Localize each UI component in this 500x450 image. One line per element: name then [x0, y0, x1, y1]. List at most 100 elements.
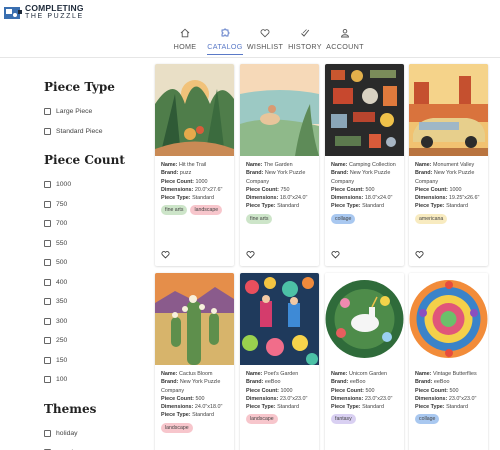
theme-tag[interactable]: fine arts: [246, 213, 273, 224]
theme-tag[interactable]: fantasy: [331, 414, 356, 425]
product-brand: eeBoo: [433, 379, 450, 386]
product-card[interactable]: Name: Poet's Garden Brand: eeBoo Piece C…: [240, 273, 319, 450]
brand-label: Brand:: [161, 170, 179, 177]
count-label: Piece Count:: [161, 178, 194, 185]
theme-tag[interactable]: collage: [331, 213, 356, 224]
filter-option-label: Standard Piece: [56, 127, 103, 135]
product-dimensions: 18.0"x24.0": [364, 195, 393, 202]
checkbox[interactable]: [44, 200, 51, 208]
name-label: Name:: [161, 162, 178, 168]
product-card[interactable]: Name: Camping Collection Brand: New York…: [325, 64, 404, 266]
product-brand: eeBoo: [349, 379, 366, 386]
brand-logo[interactable]: COMPLETING THE PUZZLE: [4, 4, 84, 21]
dims-label: Dimensions:: [415, 395, 448, 402]
filter-option[interactable]: 100: [44, 370, 144, 390]
filter-option-label: 300: [56, 317, 68, 325]
wishlist-heart-icon[interactable]: [331, 250, 340, 259]
count-label: Piece Count:: [331, 186, 364, 193]
filter-option-label: 500: [56, 259, 68, 267]
product-info: Name: Cactus Bloom Brand: New York Puzzl…: [155, 365, 234, 433]
wishlist-heart-icon[interactable]: [415, 250, 424, 259]
checkbox[interactable]: [44, 181, 51, 189]
filter-option[interactable]: 150: [44, 351, 144, 371]
product-image[interactable]: [325, 64, 404, 156]
product-card[interactable]: Name: Monument Valley Brand: New York Pu…: [409, 64, 488, 266]
filter-sidebar: Piece Type Large Piece Standard Piece Pi…: [44, 80, 144, 450]
checkbox[interactable]: [44, 278, 51, 286]
name-label: Name:: [161, 371, 178, 377]
theme-tag[interactable]: americana: [415, 213, 448, 224]
product-dimensions: 19.25"x26.6": [448, 195, 480, 202]
filter-option[interactable]: americana: [44, 443, 144, 450]
checkbox[interactable]: [44, 220, 51, 228]
count-label: Piece Count:: [246, 387, 279, 394]
product-card[interactable]: Name: The Garden Brand: New York Puzzle …: [240, 64, 319, 266]
wishlist-heart-icon[interactable]: [161, 250, 170, 259]
product-piece-count: 1000: [449, 186, 462, 193]
checkbox[interactable]: [44, 127, 51, 135]
product-card[interactable]: Name: Cactus Bloom Brand: New York Puzzl…: [155, 273, 234, 450]
product-image[interactable]: [155, 273, 234, 365]
filter-option-label: 100: [56, 376, 68, 384]
checkbox[interactable]: [44, 239, 51, 247]
theme-tag[interactable]: landscape: [190, 205, 223, 216]
product-image[interactable]: [155, 64, 234, 156]
nav-history[interactable]: HISTORY: [285, 28, 325, 54]
checkbox[interactable]: [44, 376, 51, 384]
product-image[interactable]: [240, 273, 319, 365]
nav-account[interactable]: ACCOUNT: [325, 28, 365, 54]
dims-label: Dimensions:: [331, 195, 364, 202]
product-card[interactable]: Name: Vintage Butterflies Brand: eeBoo P…: [409, 273, 488, 450]
product-card[interactable]: Name: Hit the Trail Brand: puzz Piece Co…: [155, 64, 234, 266]
product-image[interactable]: [240, 64, 319, 156]
checkbox[interactable]: [44, 429, 51, 437]
filter-option[interactable]: holiday: [44, 424, 144, 444]
nav-wishlist[interactable]: WISHLIST: [245, 28, 285, 54]
product-piece-type: Standard: [362, 203, 384, 210]
filter-option[interactable]: 700: [44, 214, 144, 234]
filter-option-label: 250: [56, 337, 68, 345]
checkbox[interactable]: [44, 298, 51, 306]
name-label: Name:: [246, 371, 263, 377]
filter-option[interactable]: 1000: [44, 175, 144, 195]
product-image[interactable]: [409, 64, 488, 156]
filter-option[interactable]: 750: [44, 195, 144, 215]
product-piece-type: Standard: [446, 203, 468, 210]
checkbox[interactable]: [44, 108, 51, 116]
filter-option[interactable]: Standard Piece: [44, 122, 144, 142]
theme-tag[interactable]: landscape: [161, 422, 193, 433]
checkbox[interactable]: [44, 259, 51, 267]
filter-option-label: 700: [56, 220, 68, 228]
theme-tag[interactable]: collage: [415, 414, 440, 425]
nav-wishlist-label: WISHLIST: [246, 42, 284, 51]
filter-option[interactable]: 350: [44, 292, 144, 312]
product-card[interactable]: Name: Unicorn Garden Brand: eeBoo Piece …: [325, 273, 404, 450]
nav-catalog[interactable]: CATALOG: [205, 28, 245, 55]
product-image[interactable]: [409, 273, 488, 365]
checkbox[interactable]: [44, 317, 51, 325]
wishlist-heart-icon[interactable]: [246, 250, 255, 259]
filter-option[interactable]: 500: [44, 253, 144, 273]
product-piece-count: 500: [449, 387, 459, 394]
filter-option[interactable]: 300: [44, 312, 144, 332]
dims-label: Dimensions:: [331, 395, 364, 402]
count-label: Piece Count:: [331, 387, 364, 394]
filter-option[interactable]: 550: [44, 234, 144, 254]
filter-option[interactable]: 250: [44, 331, 144, 351]
checkbox[interactable]: [44, 356, 51, 364]
theme-tag[interactable]: landscape: [246, 414, 278, 425]
filter-option-label: 350: [56, 298, 68, 306]
product-name: Unicorn Garden: [348, 371, 388, 377]
checkbox[interactable]: [44, 337, 51, 345]
filter-option[interactable]: Large Piece: [44, 102, 144, 122]
product-image[interactable]: [325, 273, 404, 365]
person-icon: [325, 28, 365, 40]
brand-line1: COMPLETING: [25, 3, 84, 13]
nav-home[interactable]: HOME: [165, 28, 205, 54]
brand-label: Brand:: [161, 379, 179, 386]
filter-option[interactable]: 400: [44, 273, 144, 293]
brand-label: Brand:: [246, 170, 264, 177]
product-info: Name: The Garden Brand: New York Puzzle …: [240, 156, 319, 224]
check-icon: [285, 28, 325, 40]
theme-tag[interactable]: fine arts: [161, 205, 188, 216]
